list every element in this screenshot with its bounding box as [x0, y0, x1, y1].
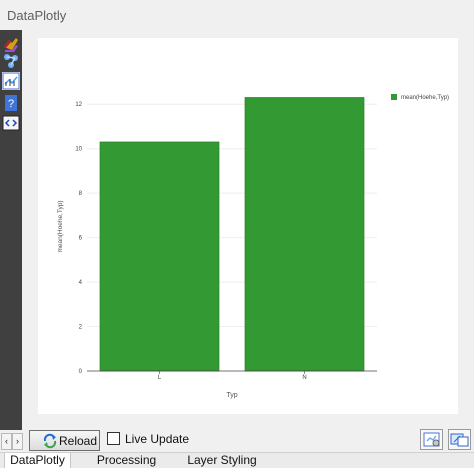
y-tick-label: 2	[79, 325, 83, 331]
checkbox-box[interactable]	[107, 432, 120, 445]
scroll-right-icon[interactable]: ›	[12, 433, 23, 450]
reload-button[interactable]: Reload	[29, 430, 100, 451]
x-tick-label: N	[302, 375, 306, 381]
panel-icon[interactable]	[448, 429, 471, 450]
y-tick-label: 0	[79, 369, 83, 375]
y-tick-label: 6	[79, 236, 83, 242]
y-tick-label: 12	[75, 102, 82, 108]
plot-icon[interactable]	[2, 72, 20, 90]
layer-style-icon[interactable]	[2, 35, 20, 53]
bottom-tabs: DataPlotly Processing Toolbox Layer Styl…	[0, 452, 474, 468]
settings-icon[interactable]	[420, 429, 443, 450]
y-axis-label: mean(Hoehe,Typ)	[57, 200, 64, 252]
bar	[244, 97, 365, 372]
live-update-label: Live Update	[125, 432, 190, 446]
left-toolbar: ?	[0, 30, 22, 430]
titlebar: DataPlotly	[0, 0, 474, 30]
y-tick-label: 8	[79, 191, 83, 197]
tab-processing-toolbox[interactable]: Processing Toolbox	[75, 453, 178, 468]
svg-text:?: ?	[8, 98, 14, 110]
scroll-left-icon[interactable]: ‹	[1, 433, 12, 450]
code-icon[interactable]	[2, 114, 20, 132]
y-tick-label: 10	[75, 147, 82, 153]
bar-chart: 0 2 4 6 8 10 12 L N Typ mean(Hoehe,Typ) mean(Hoehe,…	[57, 94, 449, 399]
y-tick-label: 4	[79, 280, 83, 286]
help-icon[interactable]: ?	[2, 94, 20, 112]
x-tick-label: L	[158, 375, 162, 381]
legend-swatch	[391, 94, 397, 100]
reload-label: Reload	[59, 434, 98, 448]
reload-icon	[42, 433, 58, 449]
tab-layer-styling[interactable]: Layer Styling	[184, 453, 260, 468]
tab-dataplotly[interactable]: DataPlotly	[4, 453, 71, 468]
plot-area: 0 2 4 6 8 10 12 L N Typ mean(Hoehe,Typ) mean(Hoehe,…	[38, 38, 458, 414]
x-axis-label: Typ	[226, 392, 237, 399]
panel-title: DataPlotly	[7, 8, 67, 23]
legend-label: mean(Hoehe,Typ)	[401, 95, 449, 101]
node-icon[interactable]	[2, 52, 20, 70]
dataplotly-panel: DataPlotly ? 0 2 4 6 8 10 12 L N Typ mea…	[0, 0, 474, 468]
bar	[99, 141, 220, 372]
